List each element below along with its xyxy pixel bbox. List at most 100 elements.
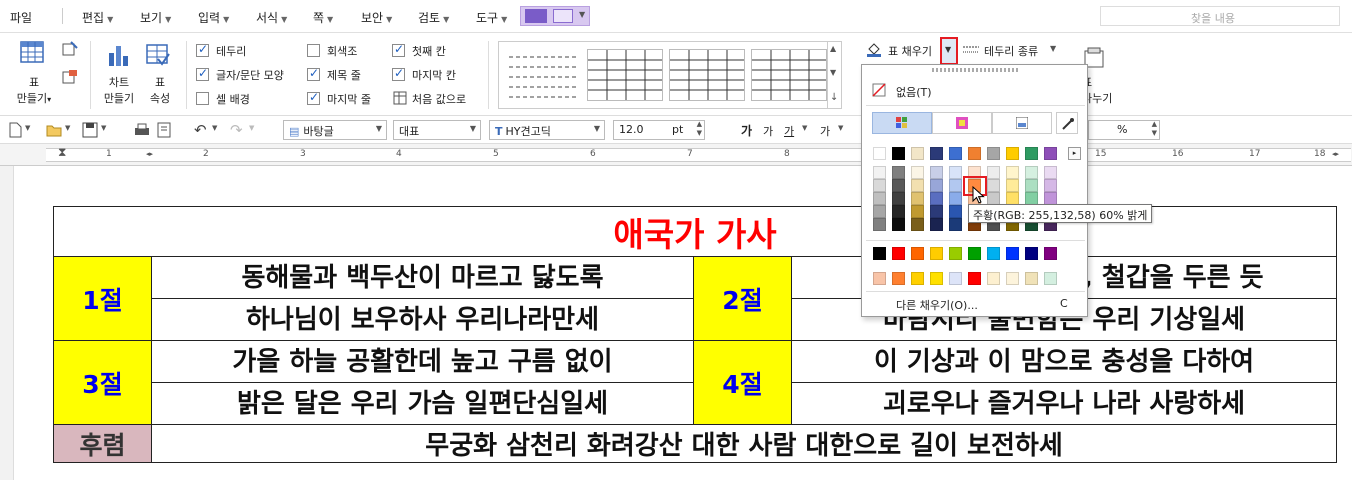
undo-icon[interactable]: ↶ [194,121,207,139]
shade-color-swatch[interactable] [930,218,943,231]
shade-color-swatch[interactable] [949,166,962,179]
shade-color-swatch[interactable] [1044,179,1057,192]
strike-icon[interactable]: 가 [820,123,830,139]
shade-color-swatch[interactable] [911,166,924,179]
lyric-cell[interactable]: 괴로우나 즐거우나 나라 사랑하세 [790,382,1338,425]
shade-color-swatch[interactable] [1025,166,1038,179]
scroll-up-icon[interactable]: ▲ [830,44,836,53]
zoom-input[interactable]: % ▲ ▼ [1088,120,1160,140]
menu-edit[interactable]: 편집 ▼ [82,9,113,26]
more-fill-option[interactable]: 다른 채우기(O)... [896,297,978,313]
table-fill-button[interactable]: 표 채우기 [862,39,942,61]
shade-color-swatch[interactable] [892,166,905,179]
shade-color-swatch[interactable] [873,218,886,231]
shade-color-swatch[interactable] [873,179,886,192]
no-fill-option[interactable]: 없음(T) [896,84,932,100]
shade-color-swatch[interactable] [911,192,924,205]
shade-color-swatch[interactable] [1025,179,1038,192]
chorus-label-cell[interactable]: 후렴 [53,424,152,463]
cell-bg-checkbox[interactable] [196,92,209,105]
theme-color-swatch[interactable] [949,147,962,160]
shade-color-swatch[interactable] [1006,179,1019,192]
shade-color-swatch[interactable] [1006,166,1019,179]
stepper-icon[interactable]: ▲ ▼ [697,120,702,138]
chevron-down-icon[interactable]: ▼ [249,124,254,132]
last-col-checkbox[interactable] [392,66,405,81]
standard-color-swatch[interactable] [873,247,886,260]
chevron-down-icon[interactable]: ▼ [101,124,106,132]
shade-color-swatch[interactable] [892,192,905,205]
palette-tab-basic[interactable] [872,112,932,134]
table-style-option[interactable] [505,49,581,101]
shade-color-swatch[interactable] [987,166,1000,179]
gallery-scrollbar[interactable]: ▲ ▼ ↓ [827,42,841,108]
shade-color-swatch[interactable] [911,205,924,218]
shade-color-swatch[interactable] [930,205,943,218]
recent-color-swatch[interactable] [1006,272,1019,285]
char-para-checkbox[interactable] [196,66,209,81]
preview-icon[interactable] [156,122,172,138]
shade-color-swatch[interactable] [911,179,924,192]
menu-view[interactable]: 보기 ▼ [140,9,171,26]
table-layout-tab-icon[interactable] [553,9,573,23]
chart-icon[interactable] [107,43,131,67]
lyric-cell[interactable]: 하나님이 보우하사 우리나라만세 [151,298,694,341]
chevron-down-icon[interactable]: ▼ [65,124,70,132]
font-larger-icon[interactable]: 가 [741,122,752,139]
horizontal-ruler[interactable]: ⧗ ◂▸ 1 2 3 4 5 6 7 8 15 16 17 18 ◂▸ [0,144,1352,166]
menu-file[interactable]: 파일 [10,9,32,26]
font-select[interactable]: T HY견고딕 ▼ [489,120,605,140]
scroll-down-icon[interactable]: ▼ [830,68,836,77]
column-marker-icon[interactable]: ◂▸ [1332,150,1339,158]
lyric-cell[interactable]: 밝은 달은 우리 가슴 일편단심일세 [151,382,694,425]
language-select[interactable]: 대표 ▼ [393,120,481,140]
recent-color-swatch[interactable] [892,272,905,285]
shade-color-swatch[interactable] [930,166,943,179]
recent-color-swatch[interactable] [968,272,981,285]
more-colors-arrow-icon[interactable]: ▸ [1068,147,1081,160]
recent-color-swatch[interactable] [1044,272,1057,285]
stepper-icon[interactable]: ▲ ▼ [1152,120,1157,138]
print-icon[interactable] [134,122,150,138]
table-style-option[interactable] [669,49,745,101]
theme-color-swatch[interactable] [930,147,943,160]
search-input[interactable]: 찾을 내용 [1100,6,1340,26]
chevron-down-icon[interactable]: ▼ [212,124,217,132]
menu-review[interactable]: 검토 ▼ [418,9,449,26]
last-row-checkbox[interactable] [307,90,320,105]
lyric-cell[interactable]: 동해물과 백두산이 마르고 닳도록 [151,256,694,299]
recent-color-swatch[interactable] [930,272,943,285]
table-props-icon[interactable] [146,43,170,67]
grayscale-checkbox[interactable] [307,44,320,57]
shade-color-swatch[interactable] [1044,166,1057,179]
table-make-button[interactable]: 표 만들기▾ [14,75,54,108]
underline-icon[interactable]: 가 [784,123,794,139]
shade-color-swatch[interactable] [949,179,962,192]
style-select[interactable]: ▤ 바탕글 ▼ [283,120,387,140]
standard-color-swatch[interactable] [987,247,1000,260]
redo-icon[interactable]: ↷ [230,121,243,139]
shade-color-swatch[interactable] [949,192,962,205]
menu-tools[interactable]: 도구 ▼ [476,9,507,26]
theme-color-swatch[interactable] [911,147,924,160]
eyedropper-button[interactable] [1056,112,1078,134]
reset-button[interactable]: 처음 값으로 [412,91,466,107]
save-icon[interactable] [82,122,98,138]
reset-icon[interactable] [393,91,407,105]
shade-color-swatch[interactable] [873,205,886,218]
shade-color-swatch[interactable] [892,205,905,218]
standard-color-swatch[interactable] [1044,247,1057,260]
shade-color-swatch[interactable] [930,179,943,192]
palette-tab-custom[interactable] [992,112,1052,134]
chevron-down-icon[interactable]: ▼ [802,124,807,132]
standard-color-swatch[interactable] [892,247,905,260]
verse-number-cell[interactable]: 1절 [53,256,152,341]
standard-color-swatch[interactable] [968,247,981,260]
verse-number-cell[interactable]: 2절 [693,256,792,341]
recent-color-swatch[interactable] [1025,272,1038,285]
palette-tab-spectrum[interactable] [932,112,992,134]
lyric-cell[interactable]: 가을 하늘 공활한데 높고 구름 없이 [151,340,694,383]
menu-security[interactable]: 보안 ▼ [361,9,392,26]
recent-color-swatch[interactable] [873,272,886,285]
theme-color-swatch[interactable] [1044,147,1057,160]
